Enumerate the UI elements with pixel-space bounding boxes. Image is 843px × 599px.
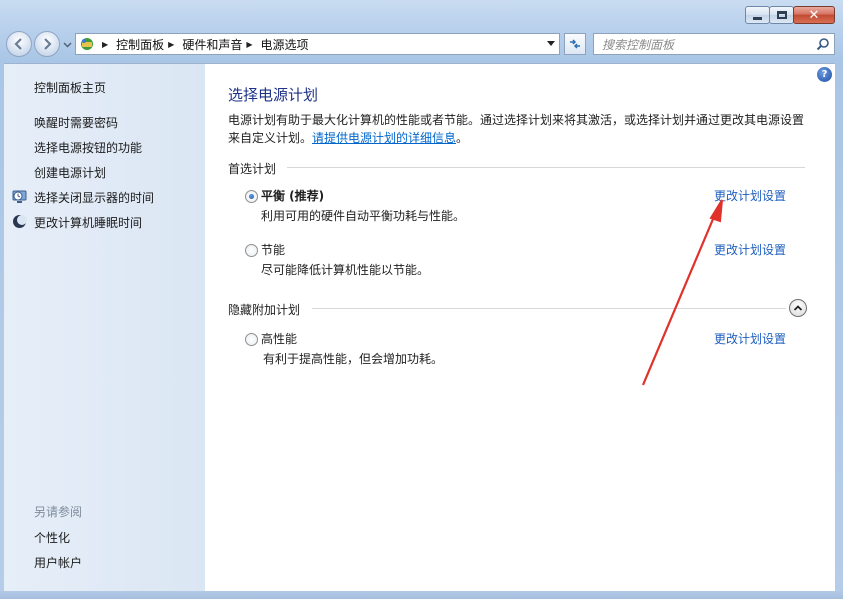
address-dropdown-icon[interactable] bbox=[547, 41, 555, 46]
change-plan-settings-balanced[interactable]: 更改计划设置 bbox=[714, 187, 786, 204]
plan-high-performance-desc: 有利于提高性能，但会增加功耗。 bbox=[263, 352, 444, 366]
breadcrumb-separator-icon[interactable]: ▶ bbox=[168, 40, 174, 49]
maximize-button[interactable] bbox=[769, 6, 794, 24]
sidebar-link-personalization[interactable]: 个性化 bbox=[34, 529, 70, 546]
description-end: 。 bbox=[456, 131, 469, 145]
close-button[interactable]: ✕ bbox=[793, 6, 835, 24]
caption-buttons: ✕ bbox=[745, 6, 835, 24]
sidebar-link-user-accounts[interactable]: 用户帐户 bbox=[34, 554, 82, 571]
collapse-hidden-plans-button[interactable] bbox=[789, 299, 807, 317]
window-bottom-border bbox=[0, 591, 843, 599]
plan-power-saver-desc: 尽可能降低计算机性能以节能。 bbox=[261, 263, 430, 277]
close-icon: ✕ bbox=[808, 7, 820, 23]
sidebar-link-power-buttons[interactable]: 选择电源按钮的功能 bbox=[34, 139, 142, 156]
sidebar-link-sleep-time[interactable]: 更改计算机睡眠时间 bbox=[34, 214, 142, 231]
maximize-icon bbox=[776, 11, 787, 19]
breadcrumb-separator-icon[interactable]: ▶ bbox=[102, 40, 108, 49]
breadcrumb-power-options[interactable]: 电源选项 bbox=[261, 36, 309, 53]
plan-balanced-desc: 利用可用的硬件自动平衡功耗与性能。 bbox=[261, 209, 466, 223]
plan-power-saver-name[interactable]: 节能 bbox=[261, 241, 285, 258]
sidebar-link-create-plan[interactable]: 创建电源计划 bbox=[34, 164, 106, 181]
page-description: 电源计划有助于最大化计算机的性能或者节能。通过选择计划来将其激活，或选择计划并通… bbox=[228, 111, 813, 147]
sidebar-link-control-panel-home[interactable]: 控制面板主页 bbox=[34, 79, 106, 96]
minimize-icon bbox=[753, 16, 762, 20]
breadcrumb-separator-icon[interactable]: ▶ bbox=[246, 40, 252, 49]
content-area: 控制面板主页 唤醒时需要密码 选择电源按钮的功能 创建电源计划 选择关闭显示器的… bbox=[4, 63, 835, 592]
back-button[interactable] bbox=[6, 31, 32, 57]
refresh-icon bbox=[570, 39, 580, 49]
navigation-bar: ▶ 控制面板 ▶ 硬件和声音 ▶ 电源选项 搜索控制面板 bbox=[6, 31, 837, 59]
see-also-heading: 另请参阅 bbox=[34, 505, 83, 519]
plan-balanced-radio[interactable] bbox=[245, 190, 258, 203]
monitor-clock-icon bbox=[12, 190, 27, 203]
preferred-plans-divider bbox=[287, 167, 805, 168]
sidebar-link-display-off-time[interactable]: 选择关闭显示器的时间 bbox=[34, 189, 154, 206]
hidden-plans-heading: 隐藏附加计划 bbox=[228, 303, 301, 317]
search-icon[interactable] bbox=[816, 37, 830, 51]
control-panel-icon bbox=[76, 34, 98, 54]
breadcrumb-hardware-sound[interactable]: 硬件和声音 bbox=[182, 36, 242, 53]
search-input[interactable]: 搜索控制面板 bbox=[593, 33, 835, 55]
breadcrumb-control-panel[interactable]: 控制面板 bbox=[116, 36, 164, 53]
change-plan-settings-high-performance[interactable]: 更改计划设置 bbox=[714, 330, 786, 347]
main-panel: ? 选择电源计划 电源计划有助于最大化计算机的性能或者节能。通过选择计划来将其激… bbox=[205, 64, 835, 592]
plan-high-performance-radio[interactable] bbox=[245, 333, 258, 346]
moon-icon bbox=[13, 215, 27, 228]
sidebar: 控制面板主页 唤醒时需要密码 选择电源按钮的功能 创建电源计划 选择关闭显示器的… bbox=[4, 64, 205, 592]
hidden-plans-divider bbox=[312, 308, 786, 309]
chevron-up-icon bbox=[793, 305, 803, 311]
window-frame: ✕ ▶ 控制面板 ▶ 硬件和声音 ▶ 电源选项 搜索控制面板 控制面板主页 唤醒… bbox=[0, 0, 843, 599]
arrow-right-icon bbox=[44, 38, 52, 50]
recent-pages-chevron-icon[interactable] bbox=[63, 40, 72, 49]
preferred-plans-heading: 首选计划 bbox=[228, 162, 277, 176]
arrow-left-icon bbox=[14, 38, 22, 50]
sidebar-link-wake-password[interactable]: 唤醒时需要密码 bbox=[34, 114, 118, 131]
search-placeholder: 搜索控制面板 bbox=[602, 37, 675, 52]
plan-balanced-name[interactable]: 平衡 (推荐) bbox=[261, 187, 324, 204]
forward-button[interactable] bbox=[34, 31, 60, 57]
plan-details-link[interactable]: 请提供电源计划的详细信息 bbox=[312, 131, 456, 145]
help-icon[interactable]: ? bbox=[817, 67, 832, 82]
refresh-button[interactable] bbox=[564, 33, 586, 55]
plan-power-saver-radio[interactable] bbox=[245, 244, 258, 257]
minimize-button[interactable] bbox=[745, 6, 770, 24]
plan-high-performance-name[interactable]: 高性能 bbox=[261, 330, 297, 347]
change-plan-settings-power-saver[interactable]: 更改计划设置 bbox=[714, 241, 786, 258]
page-title: 选择电源计划 bbox=[228, 86, 319, 104]
address-bar[interactable]: ▶ 控制面板 ▶ 硬件和声音 ▶ 电源选项 bbox=[75, 33, 560, 55]
